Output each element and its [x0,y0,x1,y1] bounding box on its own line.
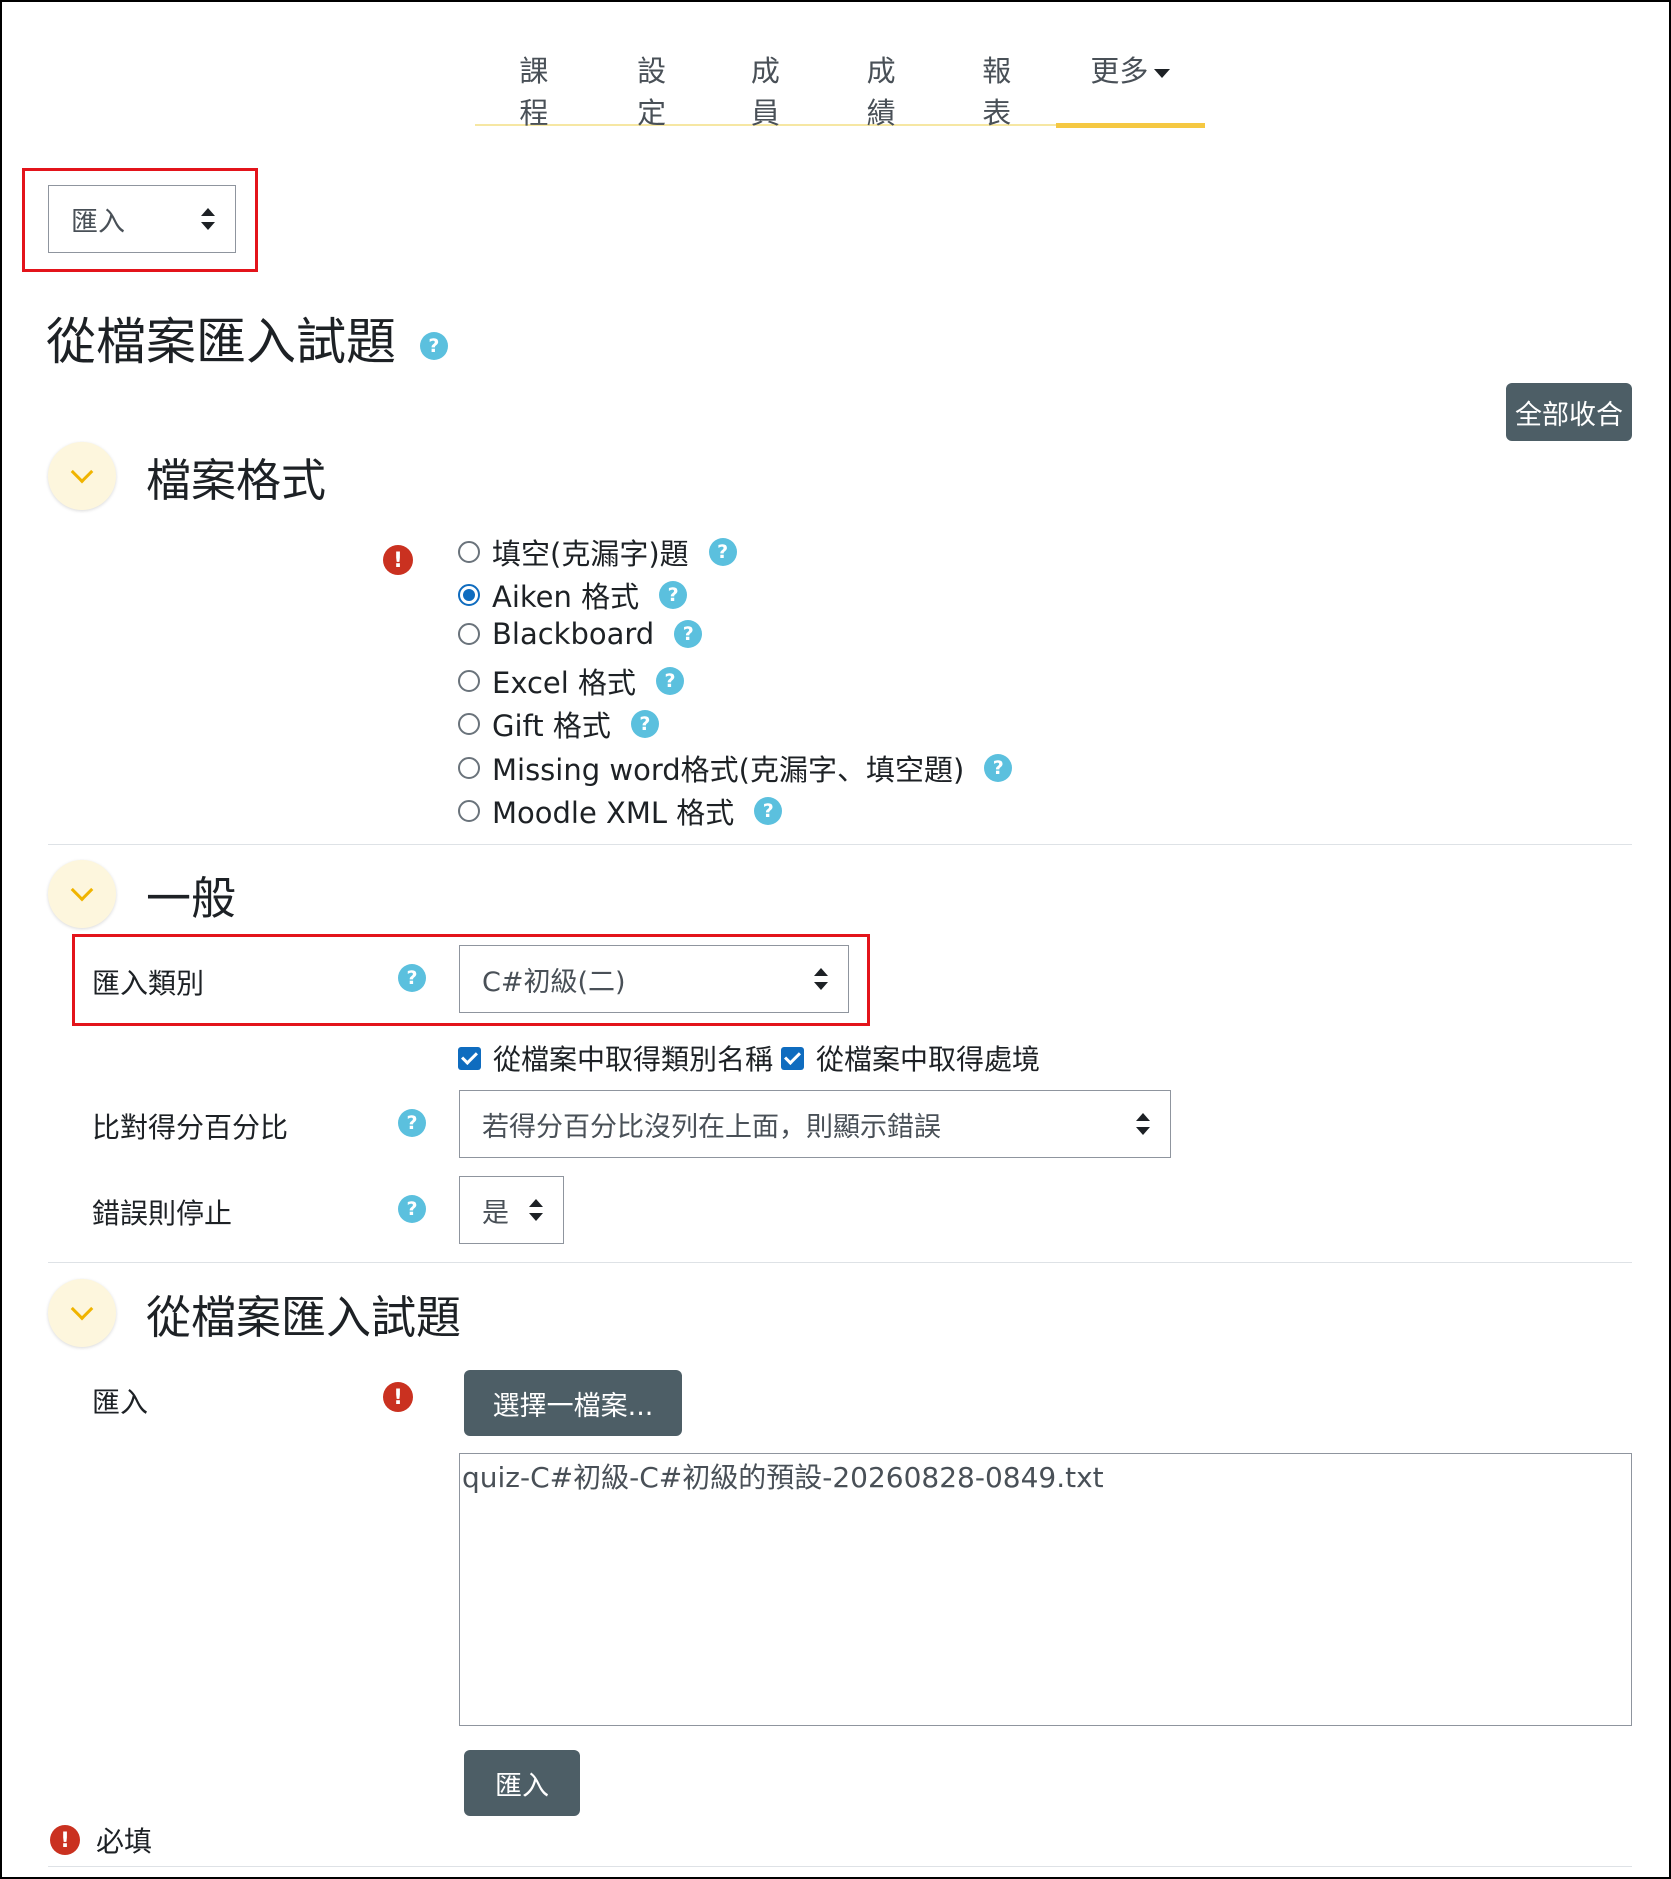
nav-item-participants[interactable]: 成員 [736,36,794,130]
action-select[interactable]: 匯入 [48,185,236,253]
bottom-divider [48,1866,1632,1867]
radio-option-moodle-xml[interactable]: Moodle XML 格式 ? [458,790,783,832]
collapse-toggle[interactable] [48,860,116,928]
radio-label: Blackboard [492,617,655,651]
nav-more-label: 更多 [1090,54,1149,88]
chevron-down-icon [70,460,94,484]
page-title-text: 從檔案匯入試題 [46,313,396,371]
radio-option-aiken[interactable]: Aiken 格式 ? [458,574,688,616]
radio-label: Excel 格式 [492,666,637,700]
section-title-general: 一般 [146,871,237,925]
stop-on-error-label: 錯誤則停止 [92,1197,233,1230]
stop-on-error-select[interactable]: 是 [459,1176,564,1244]
help-icon[interactable]: ? [630,710,659,738]
required-icon: ! [383,1382,413,1412]
nav-item-settings[interactable]: 設定 [623,36,681,130]
section-header-general: 一般 [48,860,236,928]
section-title-file-format: 檔案格式 [146,453,327,507]
radio-option-excel[interactable]: Excel 格式 ? [458,660,685,702]
radio-button[interactable] [458,713,480,735]
collapse-toggle[interactable] [48,442,116,510]
required-legend: ! 必填 [50,1820,152,1860]
section-title-import-file: 從檔案匯入試題 [146,1290,462,1344]
section-divider [48,1262,1632,1263]
checkbox-context-from-file[interactable] [781,1046,805,1070]
radio-label: Moodle XML 格式 [492,796,735,830]
radio-label: Gift 格式 [492,709,611,743]
import-category-label: 匯入類別 [92,967,205,1000]
radio-label: 填空(克漏字)題 [492,537,689,571]
choose-file-button[interactable]: 選擇一檔案... [464,1370,682,1436]
collapse-toggle[interactable] [48,1279,116,1347]
section-header-import-file: 從檔案匯入試題 [48,1279,461,1347]
select-arrows-icon [529,1199,543,1221]
help-icon[interactable]: ? [984,754,1013,782]
page-title: 從檔案匯入試題 ? [46,302,448,374]
radio-button[interactable] [458,541,480,563]
help-icon[interactable]: ? [659,581,688,609]
section-divider [48,844,1632,845]
radio-button[interactable] [458,757,480,779]
nav-item-grades[interactable]: 成績 [852,36,910,130]
select-arrows-icon [814,968,828,990]
nav-item-reports[interactable]: 報表 [968,36,1026,130]
select-arrows-icon [1136,1113,1150,1135]
radio-button[interactable] [458,623,480,645]
stop-on-error-value: 是 [482,1197,509,1229]
radio-option-blackboard[interactable]: Blackboard ? [458,617,703,651]
required-icon: ! [383,545,413,575]
help-icon[interactable]: ? [674,620,703,648]
import-file-label: 匯入 [92,1386,149,1419]
collapse-all-button[interactable]: 全部收合 [1506,383,1632,441]
help-icon[interactable]: ? [398,964,426,992]
chevron-down-icon [70,1297,94,1321]
import-submit-button[interactable]: 匯入 [464,1750,580,1816]
radio-label: Missing word格式(克漏字、填空題) [492,753,965,787]
checkbox-context-label: 從檔案中取得處境 [816,1043,1041,1076]
required-icon: ! [50,1825,80,1855]
checkbox-category-label: 從檔案中取得類別名稱 [493,1043,774,1076]
selected-file-name: quiz-C#初級-C#初級的預設-20260828-0849.txt [462,1461,1104,1494]
nav-item-more[interactable]: 更多 [1055,36,1206,128]
radio-option-gift[interactable]: Gift 格式 ? [458,703,659,745]
radio-label: Aiken 格式 [492,580,640,614]
radio-option-missing-word[interactable]: Missing word格式(克漏字、填空題) ? [458,747,1013,789]
caret-down-icon [1154,68,1171,78]
radio-option-cloze[interactable]: 填空(克漏字)題 ? [458,531,737,573]
help-icon[interactable]: ? [708,538,737,566]
help-icon[interactable]: ? [419,331,448,360]
import-category-value: C#初級(二) [482,966,626,998]
help-icon[interactable]: ? [398,1195,426,1223]
nav-item-course[interactable]: 課程 [505,36,563,130]
match-grades-label: 比對得分百分比 [92,1111,289,1144]
radio-button-checked[interactable] [458,584,480,606]
chevron-down-icon [70,878,94,902]
course-nav: 課程 設定 成員 成績 報表 更多 [475,36,1206,130]
radio-button[interactable] [458,800,480,822]
help-icon[interactable]: ? [656,667,685,695]
checkbox-category-from-file[interactable] [458,1046,481,1070]
radio-button[interactable] [458,670,480,692]
select-arrows-icon [201,208,215,230]
help-icon[interactable]: ? [754,797,783,825]
section-header-file-format: 檔案格式 [48,442,326,510]
file-drop-area[interactable]: quiz-C#初級-C#初級的預設-20260828-0849.txt [459,1453,1632,1726]
action-select-value: 匯入 [71,206,125,238]
help-icon[interactable]: ? [398,1109,426,1137]
checkbox-row: 從檔案中取得類別名稱 從檔案中取得處境 [458,1038,1040,1078]
import-category-select[interactable]: C#初級(二) [459,945,849,1013]
match-grades-select[interactable]: 若得分百分比沒列在上面，則顯示錯誤 [459,1090,1171,1158]
required-legend-text: 必填 [96,1825,153,1858]
match-grades-value: 若得分百分比沒列在上面，則顯示錯誤 [482,1111,941,1143]
